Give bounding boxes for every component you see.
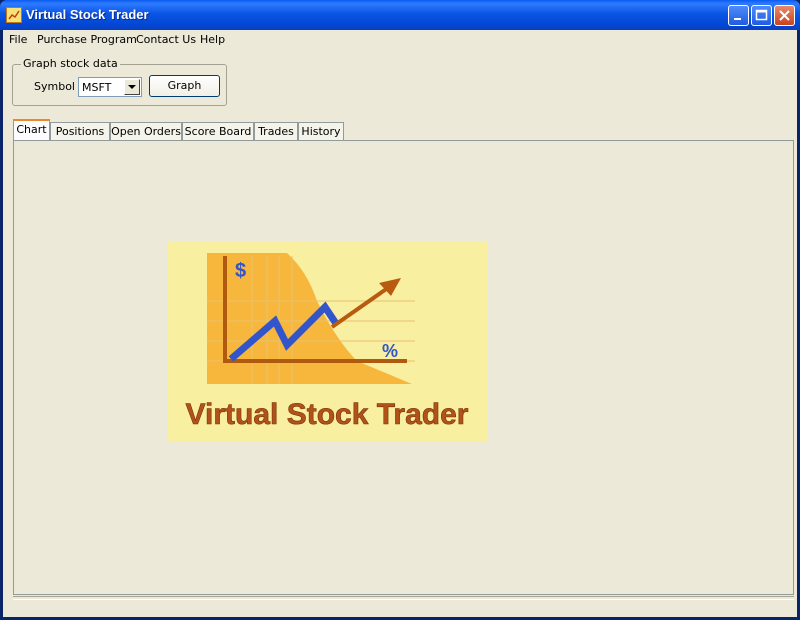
tab-positions[interactable]: Positions	[50, 122, 110, 140]
client-area: File Purchase Program Contact Us Help Gr…	[3, 30, 797, 617]
app-icon	[6, 7, 22, 23]
chevron-down-icon[interactable]	[124, 79, 140, 95]
group-label: Graph stock data	[21, 57, 120, 70]
menu-purchase-program[interactable]: Purchase Program	[37, 33, 137, 46]
bottom-divider	[13, 596, 794, 600]
title-bar[interactable]: Virtual Stock Trader	[0, 0, 800, 30]
percent-symbol: %	[382, 341, 398, 361]
window-title: Virtual Stock Trader	[26, 7, 149, 22]
tab-score-board[interactable]: Score Board	[182, 122, 254, 140]
tab-open-orders[interactable]: Open Orders	[110, 122, 182, 140]
symbol-label: Symbol	[34, 80, 75, 93]
dollar-symbol: $	[235, 260, 246, 282]
graph-button[interactable]: Graph	[149, 75, 220, 97]
chart-panel: $ % Virtual Stock Trader	[13, 140, 794, 595]
tab-trades[interactable]: Trades	[254, 122, 298, 140]
logo-text: Virtual Stock Trader	[186, 398, 469, 431]
menu-file[interactable]: File	[9, 33, 27, 46]
tab-history[interactable]: History	[298, 122, 344, 140]
virtual-stock-trader-logo: $ % Virtual Stock Trader	[167, 241, 487, 441]
app-window: Virtual Stock Trader File Purchase Progr…	[0, 0, 800, 620]
menu-contact-us[interactable]: Contact Us	[136, 33, 196, 46]
menu-help[interactable]: Help	[200, 33, 225, 46]
minimize-button[interactable]	[728, 5, 749, 26]
graph-stock-data-group: Graph stock data Symbol MSFT Graph	[12, 57, 227, 106]
close-button[interactable]	[774, 5, 795, 26]
tab-chart[interactable]: Chart	[13, 119, 50, 141]
symbol-dropdown[interactable]: MSFT	[78, 77, 142, 97]
symbol-value: MSFT	[82, 81, 112, 94]
maximize-button[interactable]	[751, 5, 772, 26]
menu-bar: File Purchase Program Contact Us Help	[3, 30, 797, 49]
